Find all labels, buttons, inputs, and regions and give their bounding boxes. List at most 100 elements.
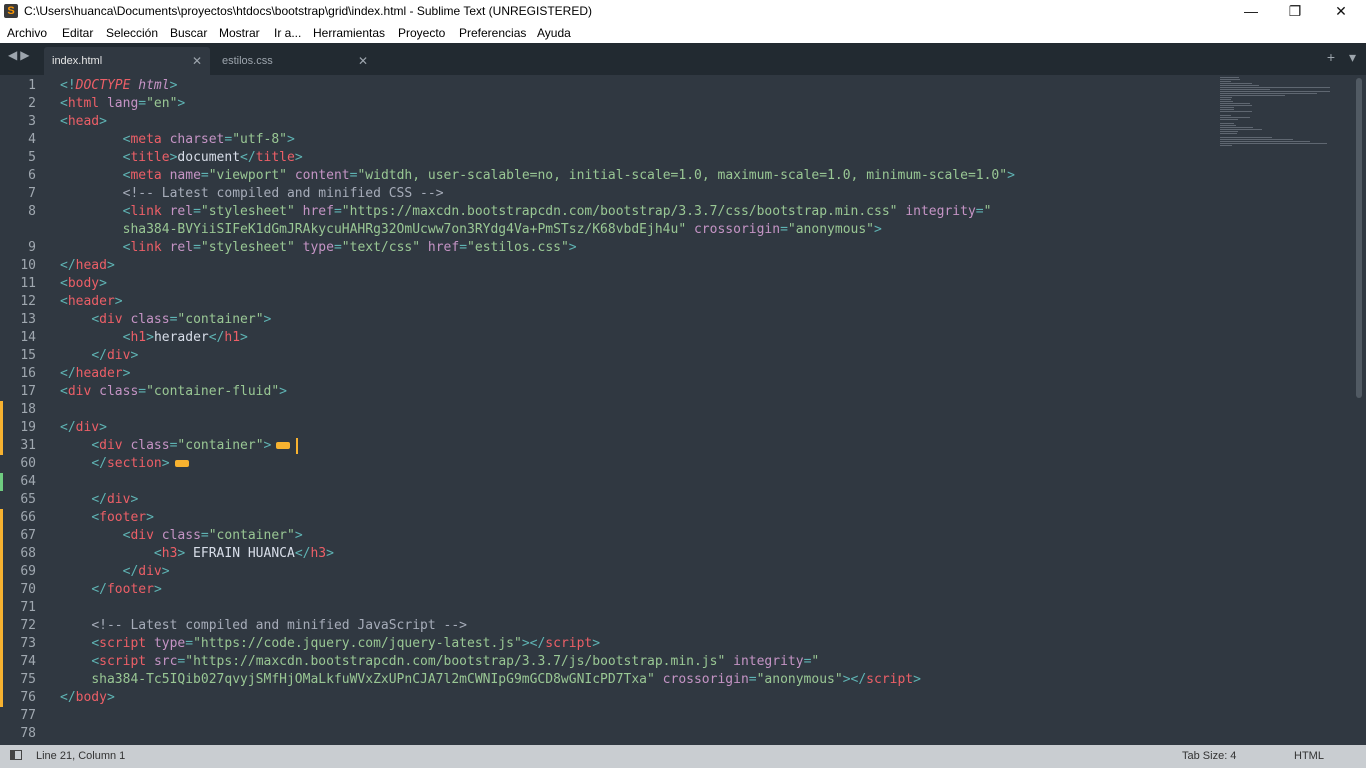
minimap-line <box>1220 99 1231 100</box>
tab-label: estilos.css <box>222 55 273 67</box>
code-view[interactable]: <!DOCTYPE html> <html lang="en"> <head> <m… <box>60 75 1210 745</box>
new-tab-icon[interactable]: + <box>1327 49 1335 65</box>
minimap[interactable] <box>1214 75 1348 745</box>
minimize-button[interactable]: — <box>1228 0 1274 23</box>
code-line[interactable]: <meta charset="utf-8"> <box>60 131 295 149</box>
close-button[interactable]: ✕ <box>1318 0 1364 23</box>
menu-seleccion[interactable]: Selección <box>106 26 158 40</box>
code-line[interactable]: </div> <box>60 491 138 509</box>
code-line[interactable]: </footer> <box>60 581 161 599</box>
line-number: 72 <box>20 618 36 633</box>
line-number: 74 <box>20 654 36 669</box>
code-line[interactable]: </div> <box>60 563 170 581</box>
code-line[interactable]: <body> <box>60 275 107 293</box>
text-cursor <box>296 437 299 454</box>
editor-area[interactable]: 1 2 3 4 5 6 7 8 9 10 11 12 13 14 15 16 17 18 19 31 60 64 65 66 6… <box>0 75 1366 745</box>
menu-proyecto[interactable]: Proyecto <box>398 26 445 40</box>
menu-buscar[interactable]: Buscar <box>170 26 207 40</box>
code-line[interactable]: </div> <box>60 419 107 437</box>
code-line[interactable]: <div class="container-fluid"> <box>60 383 287 401</box>
fold-marker-icon[interactable] <box>174 460 189 467</box>
sublime-logo-icon: S <box>4 4 18 18</box>
panel-toggle-icon[interactable] <box>10 750 22 760</box>
tab-size[interactable]: Tab Size: 4 <box>1182 750 1236 762</box>
line-number: 9 <box>28 240 36 255</box>
code-line[interactable]: <title>document</title> <box>60 149 303 167</box>
line-number: 3 <box>28 114 36 129</box>
code-line[interactable]: <link rel="stylesheet" href="https://max… <box>60 203 992 221</box>
code-line[interactable]: <!-- Latest compiled and minified CSS --… <box>60 185 444 203</box>
line-number: 2 <box>28 96 36 111</box>
code-line[interactable]: <!DOCTYPE html> <box>60 77 177 95</box>
vertical-scrollbar[interactable] <box>1352 75 1366 745</box>
menu-mostrar[interactable]: Mostrar <box>219 26 260 40</box>
menu-ayuda[interactable]: Ayuda <box>537 26 571 40</box>
minimap-line <box>1220 141 1310 142</box>
code-line[interactable]: <h3> EFRAIN HUANCA</h3> <box>60 545 334 563</box>
minimap-line <box>1220 139 1293 140</box>
code-line[interactable]: </div> <box>60 347 138 365</box>
line-number: 10 <box>20 258 36 273</box>
tab-list-dropdown-icon[interactable]: ▾ <box>1349 49 1356 65</box>
minimap-line <box>1220 133 1238 134</box>
tab-nav-arrows-icon[interactable]: ◀▶ <box>8 48 32 62</box>
code-line[interactable]: </body> <box>60 689 115 707</box>
code-line[interactable]: sha384-Tc5IQib027qvyjSMfHjOMaLkfuWVxZxUP… <box>60 671 921 689</box>
code-line[interactable]: <script type="https://code.jquery.com/jq… <box>60 635 600 653</box>
scrollbar-thumb[interactable] <box>1356 78 1362 398</box>
minimap-line <box>1220 89 1270 90</box>
title-bar: S C:\Users\huanca\Documents\proyectos\ht… <box>0 0 1366 23</box>
code-line[interactable]: sha384-BVYiiSIFeK1dGmJRAkycuHAHRg32OmUcw… <box>60 221 882 239</box>
minimap-line <box>1220 85 1259 86</box>
line-number: 64 <box>20 474 36 489</box>
code-line[interactable]: </section> <box>60 455 189 473</box>
tab-estilos-css[interactable]: estilos.css ✕ <box>214 47 376 75</box>
line-number: 17 <box>20 384 36 399</box>
code-line[interactable]: <header> <box>60 293 123 311</box>
code-line[interactable]: </head> <box>60 257 115 275</box>
code-line[interactable]: <!-- Latest compiled and minified JavaSc… <box>60 617 467 635</box>
close-icon[interactable]: ✕ <box>358 47 368 75</box>
menu-editar[interactable]: Editar <box>62 26 93 40</box>
minimap-line <box>1220 81 1231 82</box>
minimap-line <box>1220 117 1250 118</box>
menu-herramientas[interactable]: Herramientas <box>313 26 385 40</box>
code-line[interactable]: </header> <box>60 365 130 383</box>
minimap-line <box>1220 119 1238 120</box>
syntax-mode[interactable]: HTML <box>1294 750 1324 762</box>
tab-tools: + ▾ <box>1317 49 1356 66</box>
minimap-line <box>1220 131 1238 132</box>
code-line[interactable]: <div class="container"> <box>60 527 303 545</box>
code-line[interactable]: <h1>herader</h1> <box>60 329 248 347</box>
line-number: 73 <box>20 636 36 651</box>
code-line[interactable]: <html lang="en"> <box>60 95 185 113</box>
code-line[interactable]: <meta name="viewport" content="widtdh, u… <box>60 167 1015 185</box>
minimap-line <box>1220 129 1263 130</box>
minimap-line <box>1220 93 1318 94</box>
line-number: 60 <box>20 456 36 471</box>
menu-archivo[interactable]: Archivo <box>7 26 47 40</box>
line-number: 66 <box>20 510 36 525</box>
tab-index-html[interactable]: index.html ✕ <box>44 47 210 75</box>
line-number: 31 <box>20 438 36 453</box>
minimap-line <box>1220 109 1234 110</box>
code-line[interactable]: <script src="https://maxcdn.bootstrapcdn… <box>60 653 819 671</box>
line-number: 70 <box>20 582 36 597</box>
minimap-line <box>1220 111 1252 112</box>
minimap-line <box>1220 79 1240 80</box>
line-number: 7 <box>28 186 36 201</box>
close-icon[interactable]: ✕ <box>192 47 202 75</box>
menu-ir-a[interactable]: Ir a... <box>274 26 301 40</box>
minimap-line <box>1220 145 1232 146</box>
diff-marker <box>0 401 3 455</box>
code-line[interactable]: <div class="container"> <box>60 437 299 455</box>
code-line[interactable]: <footer> <box>60 509 154 527</box>
code-line[interactable]: <head> <box>60 113 107 131</box>
fold-marker-icon[interactable] <box>276 442 291 449</box>
line-number: 11 <box>20 276 36 291</box>
maximize-button[interactable]: ❐ <box>1272 0 1318 23</box>
menu-preferencias[interactable]: Preferencias <box>459 26 526 40</box>
code-line[interactable]: <link rel="stylesheet" type="text/css" h… <box>60 239 577 257</box>
line-number: 69 <box>20 564 36 579</box>
code-line[interactable]: <div class="container"> <box>60 311 271 329</box>
